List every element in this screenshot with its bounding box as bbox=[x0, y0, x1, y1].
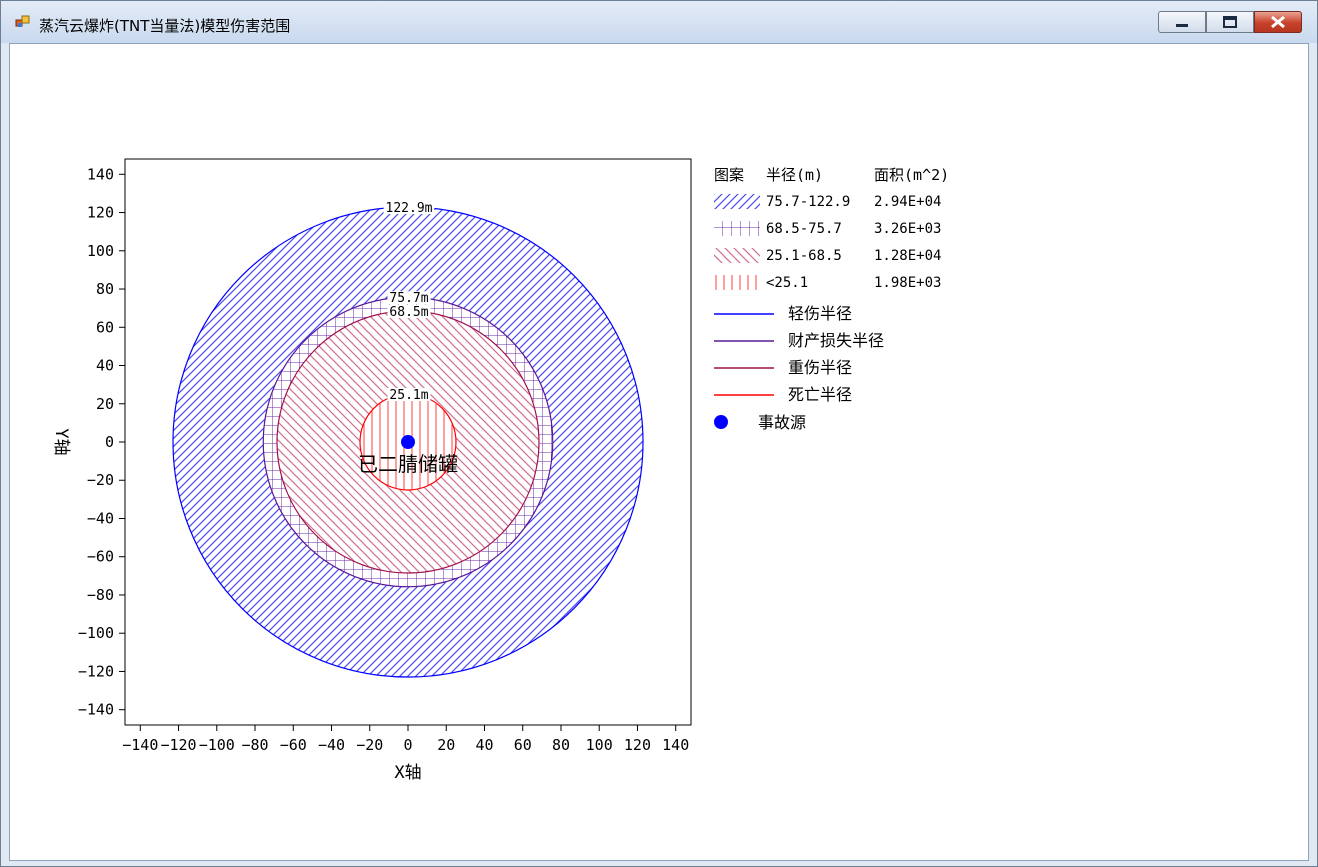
legend-header: 图案 bbox=[714, 166, 744, 184]
legend-header: 半径(m) bbox=[766, 166, 823, 184]
x-tick-label: 100 bbox=[586, 736, 613, 754]
x-tick-label: 140 bbox=[662, 736, 689, 754]
x-tick-label: −80 bbox=[241, 736, 268, 754]
y-tick-label: −80 bbox=[87, 586, 114, 604]
legend-source-label: 事故源 bbox=[758, 413, 806, 432]
y-axis-label: Y轴 bbox=[51, 428, 71, 455]
close-button[interactable] bbox=[1254, 11, 1302, 33]
legend-line-label: 财产损失半径 bbox=[788, 331, 884, 350]
title-bar[interactable]: 蒸汽云爆炸(TNT当量法)模型伤害范围 bbox=[1, 1, 1317, 43]
x-axis-label: X轴 bbox=[394, 763, 421, 783]
x-tick-label: −140 bbox=[122, 736, 158, 754]
legend-line-label: 轻伤半径 bbox=[788, 304, 852, 323]
legend-source-marker bbox=[714, 415, 728, 429]
radius-label: 122.9m bbox=[386, 201, 433, 216]
x-tick-label: 60 bbox=[514, 736, 532, 754]
y-tick-label: 0 bbox=[105, 433, 114, 451]
x-tick-label: −60 bbox=[280, 736, 307, 754]
legend-line-label: 死亡半径 bbox=[788, 385, 852, 404]
legend-range: 25.1-68.5 bbox=[766, 248, 842, 264]
y-tick-label: −20 bbox=[87, 471, 114, 489]
app-window: 蒸汽云爆炸(TNT当量法)模型伤害范围 122.9m 75.7m 68.5m 2… bbox=[0, 0, 1318, 867]
legend-area: 3.26E+03 bbox=[874, 221, 941, 237]
x-tick-label: 0 bbox=[403, 736, 412, 754]
legend-header: 面积(m^2) bbox=[874, 166, 949, 184]
y-tick-label: −120 bbox=[78, 662, 114, 680]
source-label: 已二腈储罐 bbox=[358, 452, 458, 476]
legend-area: 1.98E+03 bbox=[874, 275, 941, 291]
maximize-icon bbox=[1223, 16, 1237, 28]
radius-label: 25.1m bbox=[389, 388, 428, 403]
legend-area: 1.28E+04 bbox=[874, 248, 941, 264]
window-title: 蒸汽云爆炸(TNT当量法)模型伤害范围 bbox=[39, 17, 291, 35]
x-tick-label: −20 bbox=[356, 736, 383, 754]
damage-range-chart: 122.9m75.7m68.5m25.1m已二腈储罐 −140 −120 −100−… bbox=[51, 158, 949, 783]
client-area: 122.9m 75.7m 68.5m 25.1m 已二腈储罐 −140 −120 −100−… bbox=[9, 43, 1309, 861]
y-tick-label: 120 bbox=[87, 204, 114, 222]
y-tick-label: 60 bbox=[96, 318, 114, 336]
x-tick-label: 120 bbox=[624, 736, 651, 754]
x-tick-label: 40 bbox=[475, 736, 493, 754]
y-tick-label: −140 bbox=[78, 701, 114, 719]
x-tick-label: −120 bbox=[160, 736, 196, 754]
x-tick-label: −100 bbox=[199, 736, 235, 754]
y-tick-label: −100 bbox=[78, 624, 114, 642]
x-tick-label: 80 bbox=[552, 736, 570, 754]
maximize-button[interactable] bbox=[1206, 11, 1254, 33]
y-tick-label: −60 bbox=[87, 548, 114, 566]
legend-range: 75.7-122.9 bbox=[766, 194, 850, 210]
legend-range: <25.1 bbox=[766, 275, 808, 291]
legend-area: 2.94E+04 bbox=[874, 194, 941, 210]
minimize-icon bbox=[1176, 24, 1188, 27]
radius-label: 75.7m bbox=[389, 291, 428, 306]
legend-pattern-swatch bbox=[714, 221, 760, 236]
y-tick-label: 140 bbox=[87, 165, 114, 183]
radius-label: 68.5m bbox=[389, 305, 428, 320]
legend-line-label: 重伤半径 bbox=[788, 358, 852, 377]
x-tick-label: −40 bbox=[318, 736, 345, 754]
accident-source-marker bbox=[401, 435, 415, 449]
legend-pattern-swatch bbox=[714, 248, 760, 263]
x-tick-label: 20 bbox=[437, 736, 455, 754]
y-tick-label: 80 bbox=[96, 280, 114, 298]
legend-range: 68.5-75.7 bbox=[766, 221, 842, 237]
y-tick-label: 20 bbox=[96, 395, 114, 413]
y-tick-label: 100 bbox=[87, 242, 114, 260]
y-tick-label: 40 bbox=[96, 357, 114, 375]
y-tick-label: −40 bbox=[87, 509, 114, 527]
legend-pattern-swatch bbox=[714, 194, 760, 209]
minimize-button[interactable] bbox=[1158, 11, 1206, 33]
app-icon bbox=[15, 15, 30, 27]
close-icon bbox=[1271, 15, 1285, 29]
legend-pattern-swatch bbox=[714, 275, 760, 290]
